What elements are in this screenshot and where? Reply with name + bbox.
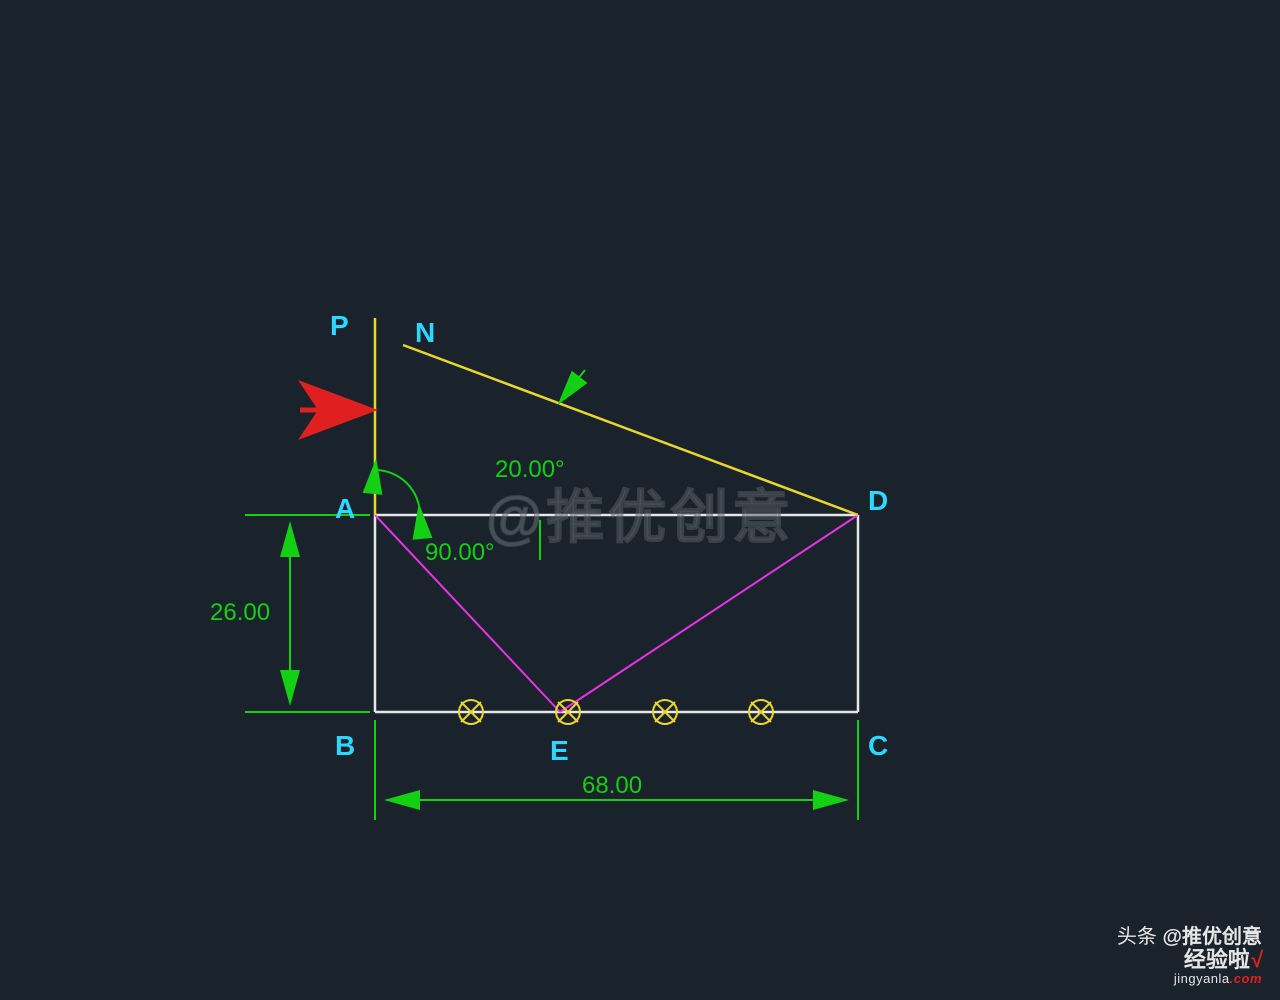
dim-width-text: 68.00 <box>582 772 642 799</box>
footer-credits: 头条 @推优创意 经验啦√ jingyanla.com <box>1117 926 1262 986</box>
label-P: P <box>330 310 349 341</box>
footer-handle: @推优创意 <box>1162 926 1262 948</box>
footer-domain-pre: jingyanla <box>1174 971 1230 986</box>
label-A: A <box>335 493 355 524</box>
label-C: C <box>868 730 888 761</box>
dim-width <box>375 720 858 820</box>
footer-domain-suf: .com <box>1230 971 1262 986</box>
label-D: D <box>868 485 888 516</box>
yellow-lines <box>375 318 858 515</box>
dim-angle-20-text: 20.00° <box>495 456 565 483</box>
checkmark-icon: √ <box>1250 947 1262 972</box>
label-E: E <box>550 735 569 766</box>
label-B: B <box>335 730 355 761</box>
dim-height-text: 26.00 <box>210 599 270 626</box>
dim-angle-90-text: 90.00° <box>425 539 495 566</box>
dim-angle-20 <box>560 370 585 402</box>
footer-site-main: 经验啦 <box>1184 947 1250 972</box>
cad-diagram: 26.00 68.00 90.00° 20.00° P N A D B E C <box>0 0 1280 1000</box>
footer-prefix: 头条 <box>1117 926 1163 948</box>
label-N: N <box>415 317 435 348</box>
